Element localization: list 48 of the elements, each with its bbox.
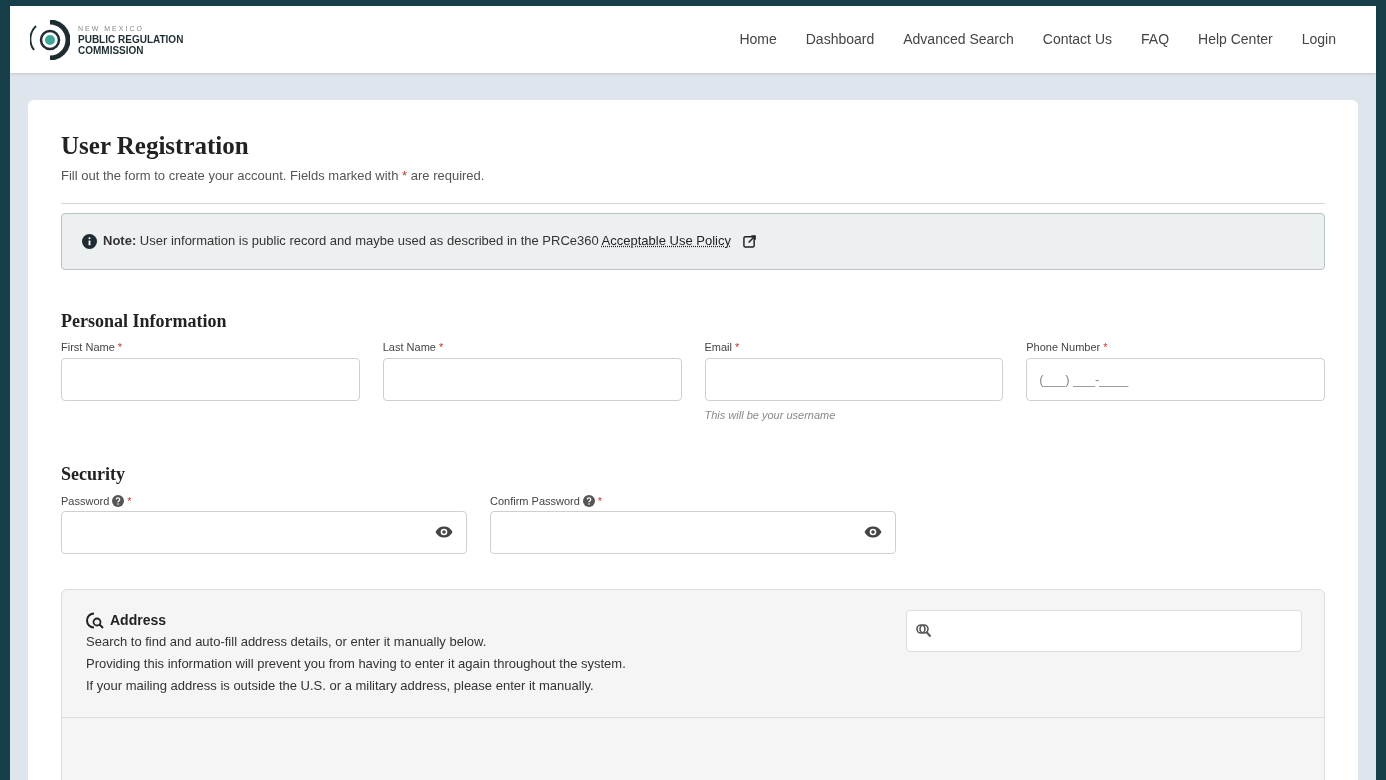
logo-text: COMMISSION [78,45,145,56]
address-description: Search to find and auto-fill address details, or enter it manually below. [86,633,488,651]
section-heading: Security [61,463,126,485]
required-mark: * [597,493,603,509]
required-mark: * [1103,340,1108,356]
field-label: Phone Number [1026,340,1101,356]
input-field[interactable] [61,357,360,401]
field-hint: This will be your username [704,407,837,423]
required-mark: * [438,340,444,356]
eye-icon[interactable] [864,526,882,538]
field-label: Confirm Password [490,493,580,509]
field-label: Email [704,340,732,356]
help-icon[interactable] [582,495,595,507]
page-subtitle: Fill out the form to create your account. Fields marked with * are required. [61,167,486,185]
address-description: If your mailing address is outside the U.S. or a military address, please enter it manually. [86,677,595,695]
logo-text: PUBLIC REGULATION [78,34,184,45]
input-field[interactable] [490,511,896,554]
field-label: Last Name [382,340,436,356]
required-mark: * [117,340,123,356]
input-field[interactable] [61,511,467,554]
nav-link[interactable]: Dashboard [805,29,875,50]
external-link-icon[interactable] [742,234,756,248]
nav-link[interactable]: FAQ [1141,29,1170,50]
input-field[interactable] [704,357,1004,401]
logo-icon [30,19,70,60]
nav-link[interactable]: Contact Us [1042,29,1112,50]
section-heading: Personal Information [61,309,228,332]
address-heading: Address [110,611,167,630]
globe-search-icon [86,611,104,630]
required-mark: * [735,340,740,356]
policy-link[interactable]: Acceptable Use Policy [601,233,731,249]
search-icon [916,624,932,638]
note-text: Note: User information is public record and maybe used as described in the PRCe360 Acceptable Use Policy [103,232,731,251]
nav-link[interactable]: Login [1301,29,1336,50]
page-title: User Registration [61,131,250,161]
nav-link[interactable]: Home [739,29,777,50]
field-label: First Name [61,340,115,356]
input-field[interactable]: (___) ___-____ [1026,357,1325,401]
eye-icon[interactable] [435,526,453,538]
nav-link[interactable]: Advanced Search [903,29,1014,50]
input-field[interactable] [382,357,682,401]
help-icon[interactable] [112,495,125,507]
address-search-field[interactable] [906,610,1302,652]
address-description: Providing this information will prevent you from having to enter it again throughout the system. [86,655,626,673]
field-label: Password [61,493,110,509]
nav-link[interactable]: Help Center [1198,29,1273,50]
info-icon [82,233,97,249]
required-mark: * [127,493,132,509]
